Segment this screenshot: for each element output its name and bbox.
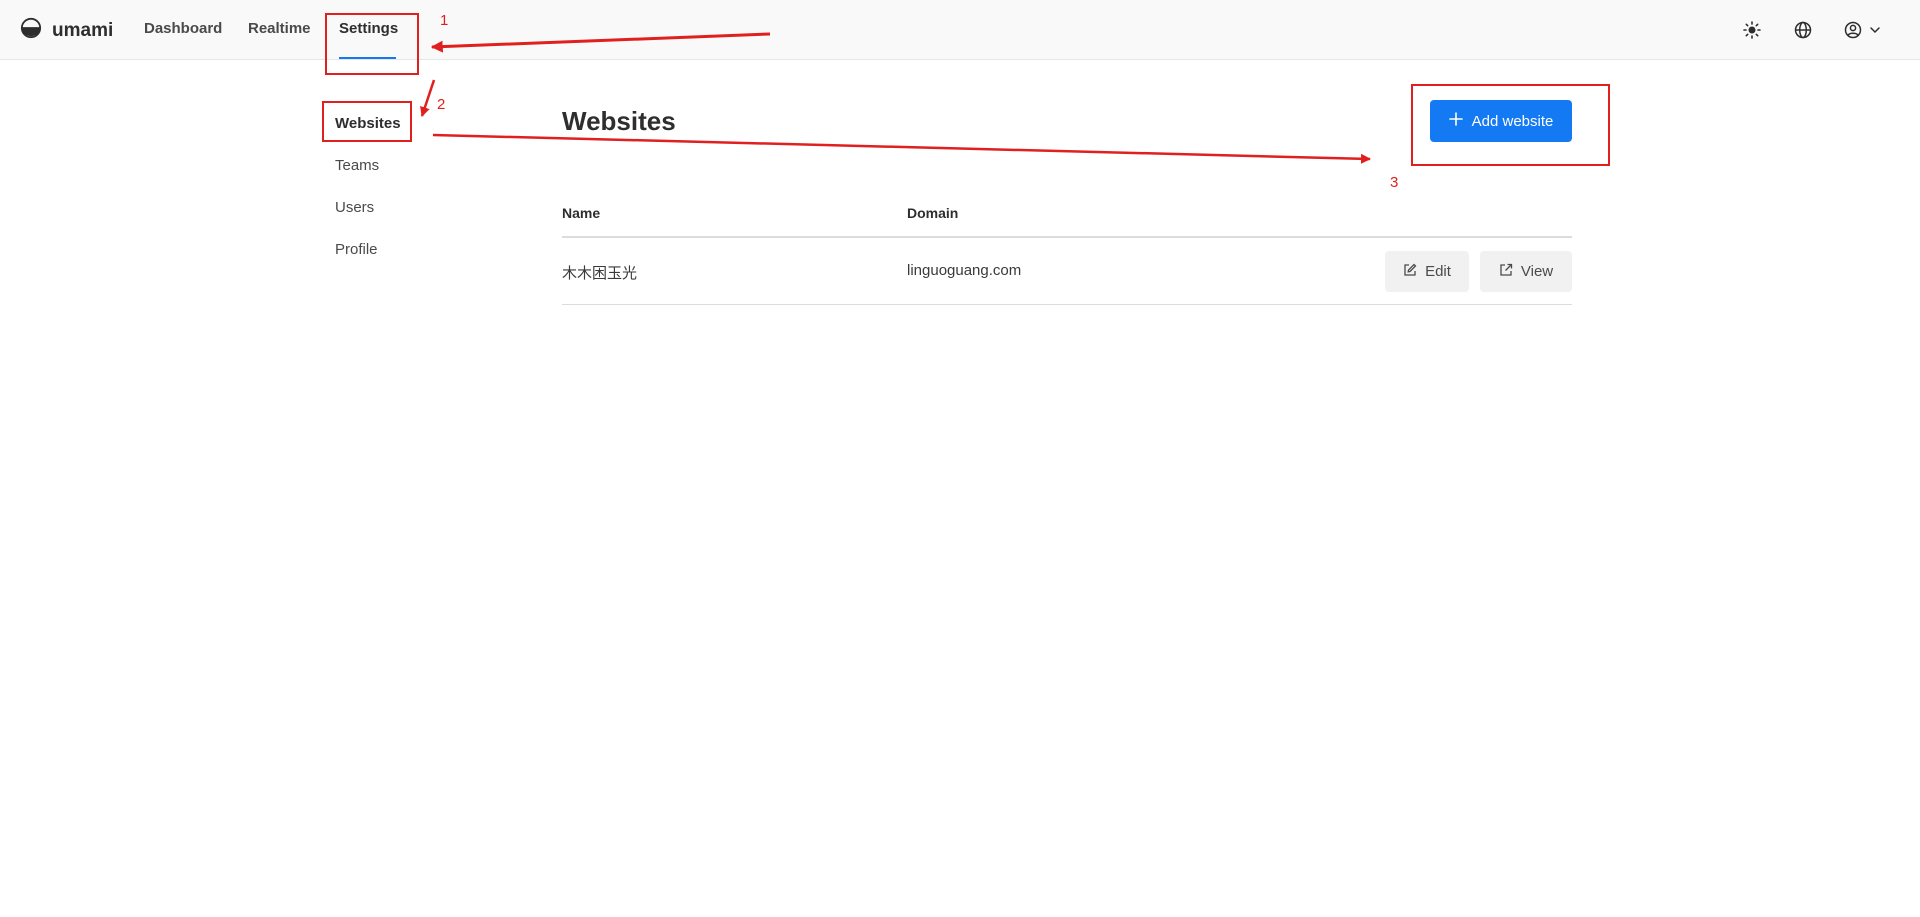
annotation-arrows [420, 32, 1371, 164]
column-header-name: Name [562, 205, 601, 221]
column-header-domain: Domain [907, 205, 959, 221]
view-label: View [1520, 263, 1554, 280]
annotation-box-add-website [1411, 84, 1610, 166]
annotation-arrow-2 [420, 79, 436, 117]
annotation-box-websites [322, 101, 412, 142]
annotation-label-3: 3 [1390, 174, 1399, 191]
nav-realtime[interactable]: Realtime [248, 20, 311, 37]
app-name: umami [52, 19, 114, 41]
sun-icon[interactable] [1742, 20, 1762, 40]
annotation-label-1: 1 [440, 12, 449, 29]
logo-icon [20, 17, 42, 44]
table-row-divider [562, 304, 1572, 305]
edit-icon [1403, 263, 1425, 281]
view-button[interactable]: View [1480, 251, 1572, 292]
edit-button[interactable]: Edit [1385, 251, 1469, 292]
nav-dashboard[interactable]: Dashboard [144, 20, 222, 37]
table-header-divider [562, 236, 1572, 238]
sidebar-item-users[interactable]: Users [335, 199, 374, 216]
globe-icon[interactable] [1793, 20, 1813, 40]
user-icon[interactable] [1843, 20, 1863, 40]
website-domain-cell: linguoguang.com [907, 262, 1022, 279]
website-name-cell: 木木困玉光 [562, 265, 638, 282]
edit-label: Edit [1425, 263, 1451, 280]
annotation-arrow-3 [432, 133, 1371, 164]
app-logo[interactable]: umami [20, 17, 113, 44]
page-title: Websites [562, 106, 676, 136]
annotation-box-settings [325, 13, 419, 75]
chevron-down-icon[interactable] [1868, 20, 1882, 40]
annotation-label-2: 2 [437, 96, 446, 113]
top-nav-bar: umami Dashboard Realtime Settings [0, 0, 1920, 60]
external-link-icon [1499, 263, 1521, 281]
sidebar-item-profile[interactable]: Profile [335, 241, 378, 258]
sidebar-item-teams[interactable]: Teams [335, 157, 379, 174]
